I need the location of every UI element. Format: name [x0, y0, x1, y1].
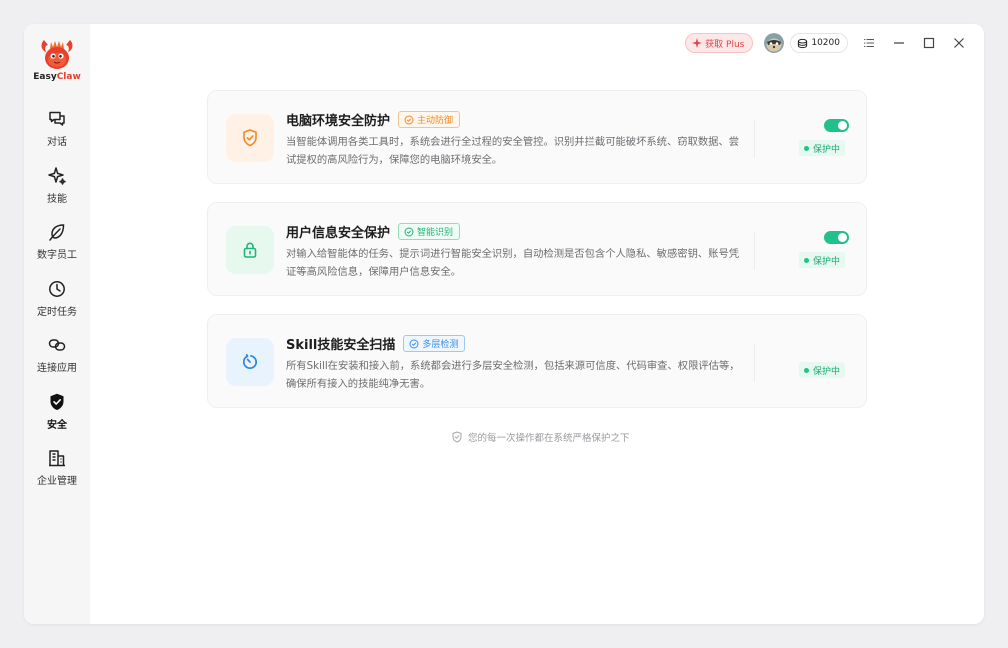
sparkle-icon	[48, 166, 66, 185]
card-description: 对输入给智能体的任务、提示词进行智能安全识别，自动检测是否包含个人隐私、敏感密钥…	[286, 248, 740, 278]
card-icon-box	[226, 226, 274, 274]
card-title-row: 用户信息安全保护 智能识别	[286, 222, 461, 241]
logo-text: EasyClaw	[24, 72, 90, 82]
sidebar-item-label: 连接应用	[37, 363, 77, 374]
security-card-environment: 电脑环境安全防护 主动防御 当智能体调用各类工具时，系统会进行全过程的安全管控。…	[207, 90, 867, 184]
status-dot	[804, 367, 809, 373]
status-badge: 保护中	[799, 362, 846, 378]
status-badge: 保护中	[799, 252, 846, 268]
card-tag-label: 主动防御	[417, 116, 454, 126]
building-icon	[49, 450, 65, 467]
status-dot	[804, 145, 809, 151]
chat-icon	[49, 111, 65, 126]
protection-footer-note: 您的每一次操作都在系统严格保护之下	[451, 430, 630, 444]
coin-balance-value: 10200	[811, 38, 840, 48]
card-tag-label: 智能识别	[417, 228, 454, 238]
maximize-button[interactable]	[914, 32, 944, 54]
card-title-row: Skill技能安全扫描 多层检测	[286, 334, 466, 353]
check-circle-icon	[404, 227, 414, 236]
sidebar-item-digital-staff[interactable]: 数字员工	[24, 217, 90, 274]
card-tag: 多层检测	[403, 335, 466, 352]
sidebar-nav: 对话 技能 数字员工 定时任务 连接应用 安全 企业管理	[24, 104, 90, 500]
card-tag: 主动防御	[398, 111, 461, 128]
protection-toggle[interactable]	[824, 119, 849, 132]
shield-check-icon	[452, 431, 462, 443]
lobster-logo-icon	[41, 40, 73, 69]
top-bar: 获取 Plus 10200	[685, 32, 974, 54]
lock-icon	[243, 242, 257, 258]
card-title: 电脑环境安全防护	[286, 114, 391, 129]
card-description: 所有Skill在安装和接入前，系统都会进行多层安全检测，包括来源可信度、代码审查…	[286, 360, 740, 390]
status-label: 保护中	[813, 366, 841, 377]
minimize-icon	[894, 42, 904, 44]
card-title: 用户信息安全保护	[286, 226, 391, 241]
footer-note-text: 您的每一次操作都在系统严格保护之下	[468, 433, 630, 444]
sidebar-item-label: 对话	[47, 137, 67, 148]
leaf-icon	[49, 224, 65, 241]
card-divider	[754, 120, 755, 158]
sidebar-item-label: 技能	[47, 193, 67, 205]
protection-toggle[interactable]	[824, 231, 849, 244]
check-circle-icon	[409, 339, 419, 348]
card-tag: 智能识别	[398, 223, 461, 240]
link-icon	[48, 339, 66, 351]
app-window: EasyClaw 对话 技能 数字员工 定时任务 连接应用 安全 企业管理 获取…	[24, 24, 984, 624]
list-menu-icon	[863, 38, 875, 48]
shield-icon	[50, 393, 64, 410]
status-dot	[804, 257, 809, 263]
close-button[interactable]	[944, 32, 974, 54]
logo-word-easy: Easy	[33, 72, 57, 82]
sidebar-item-enterprise[interactable]: 企业管理	[24, 443, 90, 500]
status-badge: 保护中	[799, 140, 846, 156]
get-plus-button[interactable]: 获取 Plus	[685, 33, 754, 53]
avatar[interactable]	[764, 33, 785, 53]
app-logo[interactable]: EasyClaw	[24, 36, 90, 82]
card-title: Skill技能安全扫描	[286, 338, 396, 353]
coin-stack-icon	[798, 38, 808, 48]
sidebar-item-label: 数字员工	[37, 250, 77, 261]
check-circle-icon	[404, 115, 414, 124]
card-divider	[754, 344, 755, 382]
sidebar-item-security[interactable]: 安全	[24, 387, 90, 444]
get-plus-label: 获取 Plus	[705, 39, 745, 50]
card-icon-box	[226, 114, 274, 162]
sparkle-icon	[692, 38, 703, 48]
card-tag-label: 多层检测	[422, 340, 459, 350]
status-label: 保护中	[813, 256, 841, 267]
card-title-row: 电脑环境安全防护 主动防御	[286, 110, 461, 129]
menu-button[interactable]	[854, 32, 884, 54]
sidebar-item-chat[interactable]: 对话	[24, 104, 90, 161]
sidebar-item-label: 安全	[47, 419, 67, 431]
shield-check-icon	[243, 129, 257, 147]
card-icon-box	[226, 338, 274, 386]
security-card-user-info: 用户信息安全保护 智能识别 对输入给智能体的任务、提示词进行智能安全识别，自动检…	[207, 202, 867, 296]
sidebar-item-label: 企业管理	[37, 476, 77, 487]
minimize-button[interactable]	[884, 32, 914, 54]
coin-balance[interactable]: 10200	[790, 33, 848, 53]
sidebar: EasyClaw 对话 技能 数字员工 定时任务 连接应用 安全 企业管理	[24, 24, 90, 624]
scan-icon	[242, 353, 258, 370]
status-label: 保护中	[813, 144, 841, 155]
sidebar-item-skills[interactable]: 技能	[24, 161, 90, 218]
security-card-skill-scan: Skill技能安全扫描 多层检测 所有Skill在安装和接入前，系统都会进行多层…	[207, 314, 867, 408]
card-divider	[754, 232, 755, 270]
maximize-icon	[923, 37, 935, 49]
sidebar-item-scheduled-tasks[interactable]: 定时任务	[24, 274, 90, 331]
sidebar-item-connected-apps[interactable]: 连接应用	[24, 330, 90, 387]
sidebar-item-label: 定时任务	[37, 306, 77, 318]
card-description: 当智能体调用各类工具时，系统会进行全过程的安全管控。识别并拦截可能破坏系统、窃取…	[286, 136, 740, 166]
logo-word-claw: Claw	[56, 72, 81, 82]
close-icon	[954, 38, 964, 48]
clock-icon	[49, 280, 65, 297]
raccoon-avatar-icon	[764, 33, 785, 53]
